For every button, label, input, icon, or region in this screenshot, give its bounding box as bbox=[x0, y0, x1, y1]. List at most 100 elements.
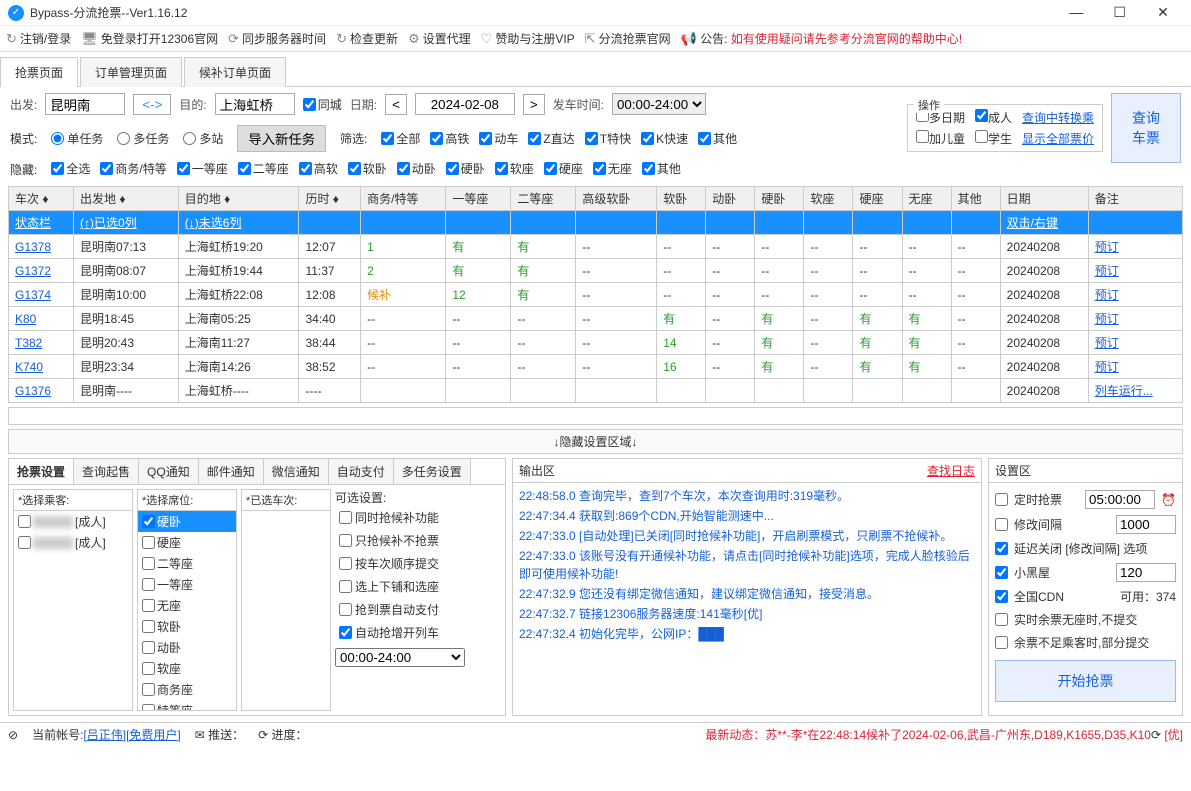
col-header[interactable]: 商务/特等 bbox=[361, 187, 446, 211]
timed-checkbox[interactable] bbox=[995, 493, 1008, 506]
col-header[interactable]: 高级软卧 bbox=[576, 187, 657, 211]
toolbar-item[interactable]: ⚙设置代理 bbox=[408, 30, 471, 47]
output-title: 输出区 bbox=[519, 462, 555, 479]
col-header[interactable]: 二等座 bbox=[511, 187, 576, 211]
book-link[interactable]: 预订 bbox=[1095, 288, 1119, 302]
modint-checkbox[interactable] bbox=[995, 518, 1008, 531]
minimize-button[interactable]: — bbox=[1056, 4, 1096, 20]
hide-settings-bar[interactable]: ↓隐藏设置区域↓ bbox=[8, 429, 1183, 454]
train-num-link[interactable]: G1376 bbox=[15, 384, 51, 398]
col-header[interactable]: 车次 ♦ bbox=[9, 187, 74, 211]
toolbar-item[interactable]: ⇱分流抢票官网 bbox=[585, 30, 671, 47]
settings-tab[interactable]: 抢票设置 bbox=[9, 459, 74, 484]
showprice-link[interactable]: 显示全部票价 bbox=[1022, 130, 1094, 147]
book-link[interactable]: 预订 bbox=[1095, 312, 1119, 326]
seat-item[interactable]: 动卧 bbox=[138, 637, 236, 658]
account-type-link[interactable]: [免费用户] bbox=[126, 728, 181, 742]
train-num-link[interactable]: K80 bbox=[15, 312, 36, 326]
col-header[interactable]: 软座 bbox=[804, 187, 853, 211]
settings-tab[interactable]: 微信通知 bbox=[264, 459, 329, 484]
col-header[interactable]: 硬座 bbox=[853, 187, 902, 211]
query-ticket-button[interactable]: 查询 车票 bbox=[1111, 93, 1181, 163]
start-grab-button[interactable]: 开始抢票 bbox=[995, 660, 1176, 702]
col-header[interactable]: 一等座 bbox=[446, 187, 511, 211]
main-tab[interactable]: 抢票页面 bbox=[0, 57, 78, 87]
passenger-item[interactable]: [成人] bbox=[14, 511, 132, 532]
seat-item[interactable]: 一等座 bbox=[138, 574, 236, 595]
book-link[interactable]: 预订 bbox=[1095, 336, 1119, 350]
rt2-checkbox[interactable] bbox=[995, 636, 1008, 649]
book-link[interactable]: 列车运行... bbox=[1095, 384, 1153, 398]
dest-input[interactable] bbox=[215, 93, 295, 115]
toolbar-item[interactable]: ↻注销/登录 bbox=[6, 30, 71, 47]
col-header[interactable]: 目的地 ♦ bbox=[178, 187, 299, 211]
mode-stations-radio[interactable] bbox=[183, 132, 196, 145]
date-next-button[interactable]: > bbox=[523, 94, 545, 115]
col-header[interactable]: 出发地 ♦ bbox=[74, 187, 179, 211]
autotime-select[interactable]: 00:00-24:00 bbox=[335, 648, 465, 667]
seat-item[interactable]: 软座 bbox=[138, 658, 236, 679]
black-input[interactable] bbox=[1116, 563, 1176, 582]
delay-checkbox[interactable] bbox=[995, 542, 1008, 555]
seat-item[interactable]: 特等座 bbox=[138, 700, 236, 710]
maximize-button[interactable]: ☐ bbox=[1100, 4, 1140, 21]
train-num-link[interactable]: K740 bbox=[15, 360, 43, 374]
date-input[interactable] bbox=[415, 93, 515, 115]
samecity-checkbox[interactable] bbox=[303, 98, 316, 111]
book-link[interactable]: 预订 bbox=[1095, 240, 1119, 254]
date-prev-button[interactable]: < bbox=[385, 94, 407, 115]
import-task-button[interactable]: 导入新任务 bbox=[237, 125, 326, 152]
settings-tab[interactable]: QQ通知 bbox=[139, 459, 199, 484]
main-tab[interactable]: 订单管理页面 bbox=[80, 57, 182, 87]
swap-button[interactable]: <-> bbox=[133, 94, 171, 115]
black-checkbox[interactable] bbox=[995, 566, 1008, 579]
settings-tab[interactable]: 自动支付 bbox=[329, 459, 394, 484]
seat-item[interactable]: 二等座 bbox=[138, 553, 236, 574]
transfer-link[interactable]: 查询中转换乘 bbox=[1022, 109, 1094, 126]
cdn-checkbox[interactable] bbox=[995, 590, 1008, 603]
toolbar-item[interactable]: ⟳同步服务器时间 bbox=[228, 30, 326, 47]
passenger-item[interactable]: [成人] bbox=[14, 532, 132, 553]
seat-item[interactable]: 硬卧 bbox=[138, 511, 236, 532]
seat-item[interactable]: 软卧 bbox=[138, 616, 236, 637]
col-header[interactable]: 备注 bbox=[1088, 187, 1182, 211]
account-link[interactable]: [吕正伟] bbox=[83, 728, 126, 742]
seat-item[interactable]: 无座 bbox=[138, 595, 236, 616]
train-num-link[interactable]: G1374 bbox=[15, 288, 51, 302]
toolbar-item[interactable]: ↻检查更新 bbox=[336, 30, 398, 47]
rt1-checkbox[interactable] bbox=[995, 613, 1008, 626]
toolbar-item[interactable]: ♡赞助与注册VIP bbox=[481, 30, 575, 47]
col-header[interactable]: 软卧 bbox=[657, 187, 706, 211]
seat-item[interactable]: 商务座 bbox=[138, 679, 236, 700]
student-checkbox[interactable] bbox=[975, 130, 988, 143]
train-num-link[interactable]: G1378 bbox=[15, 240, 51, 254]
modint-input[interactable] bbox=[1116, 515, 1176, 534]
col-header[interactable]: 无座 bbox=[902, 187, 951, 211]
close-button[interactable]: ✕ bbox=[1143, 4, 1183, 21]
train-num-link[interactable]: T382 bbox=[15, 336, 42, 350]
train-num-link[interactable]: G1372 bbox=[15, 264, 51, 278]
passenger-label: *选择乘客: bbox=[14, 490, 132, 510]
settings-tab[interactable]: 多任务设置 bbox=[394, 459, 471, 484]
seat-item[interactable]: 硬座 bbox=[138, 532, 236, 553]
settings-tab[interactable]: 查询起售 bbox=[74, 459, 139, 484]
col-header[interactable]: 硬卧 bbox=[755, 187, 804, 211]
log-line: 22:47:32.4 初始化完毕，公网IP：███ bbox=[519, 625, 975, 643]
toolbar-item[interactable]: 🖥免登录打开12306官网 bbox=[81, 30, 218, 47]
time-select[interactable]: 00:00-24:00 bbox=[612, 93, 706, 115]
settings-tab[interactable]: 邮件通知 bbox=[199, 459, 264, 484]
col-header[interactable]: 历时 ♦ bbox=[299, 187, 361, 211]
mode-single-radio[interactable] bbox=[51, 132, 64, 145]
col-header[interactable]: 其他 bbox=[951, 187, 1000, 211]
adult-checkbox[interactable] bbox=[975, 109, 988, 122]
book-link[interactable]: 预订 bbox=[1095, 264, 1119, 278]
book-link[interactable]: 预订 bbox=[1095, 360, 1119, 374]
addchild-checkbox[interactable] bbox=[916, 130, 929, 143]
depart-input[interactable] bbox=[45, 93, 125, 115]
col-header[interactable]: 动卧 bbox=[706, 187, 755, 211]
find-log-link[interactable]: 查找日志 bbox=[927, 462, 975, 479]
timed-input[interactable] bbox=[1085, 490, 1155, 509]
main-tab[interactable]: 候补订单页面 bbox=[184, 57, 286, 87]
mode-multi-radio[interactable] bbox=[117, 132, 130, 145]
col-header[interactable]: 日期 bbox=[1000, 187, 1088, 211]
